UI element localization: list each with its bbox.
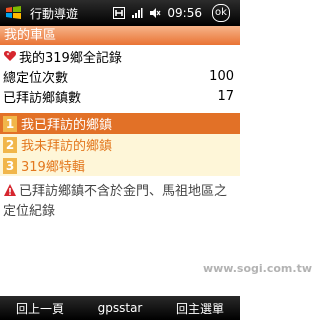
visited-towns-row: 已拜訪鄉鎮數 17 bbox=[0, 86, 240, 106]
record-title: 我的319鄉全記錄 bbox=[19, 50, 122, 66]
visited-towns-label: 已拜訪鄉鎮數 bbox=[3, 90, 82, 106]
menu-item-319-special[interactable]: 3 319鄉特輯 bbox=[0, 155, 240, 176]
menu-number-badge: 3 bbox=[3, 157, 17, 174]
menu-number-badge: 1 bbox=[3, 115, 17, 132]
status-bar: 行動導遊 09:56 ok bbox=[0, 0, 240, 26]
no-sound-icon[interactable] bbox=[149, 7, 161, 19]
status-icons: 09:56 ok bbox=[113, 4, 234, 22]
total-locations-label: 總定位次數 bbox=[3, 70, 69, 86]
menu-list: 1 我已拜訪的鄉鎮 2 我未拜訪的鄉鎮 3 319鄉特輯 bbox=[0, 113, 240, 176]
menu-number-badge: 2 bbox=[3, 136, 17, 153]
heart-icon bbox=[3, 51, 17, 61]
note-text-block: 已拜訪鄉鎮不含於金門、馬祖地區之定位紀錄 bbox=[0, 180, 240, 224]
softkey-main-menu[interactable]: 回主選單 bbox=[160, 300, 240, 317]
softkey-back[interactable]: 回上一頁 bbox=[0, 300, 80, 317]
total-locations-row: 總定位次數 100 bbox=[0, 66, 240, 86]
app-title: 行動導遊 bbox=[30, 6, 79, 21]
menu-item-unvisited-towns[interactable]: 2 我未拜訪的鄉鎮 bbox=[0, 134, 240, 155]
windows-start-icon[interactable] bbox=[4, 4, 24, 22]
info-panel: 我的319鄉全記錄 總定位次數 100 已拜訪鄉鎮數 17 bbox=[0, 46, 240, 106]
menu-item-label: 我未拜訪的鄉鎮 bbox=[21, 139, 113, 154]
section-title: 我的車區 bbox=[0, 26, 240, 45]
warning-icon bbox=[4, 184, 16, 196]
softkey-bar: 回上一頁 gpsstar 回主選單 bbox=[0, 296, 240, 320]
clock-time[interactable]: 09:56 bbox=[167, 6, 202, 20]
softkey-gpsstar[interactable]: gpsstar bbox=[80, 301, 160, 315]
visited-towns-value: 17 bbox=[217, 88, 234, 104]
menu-item-visited-towns[interactable]: 1 我已拜訪的鄉鎮 bbox=[0, 113, 240, 134]
watermark: www.sogi.com.tw bbox=[202, 262, 312, 275]
signal-icon[interactable] bbox=[131, 7, 143, 19]
h-data-icon[interactable] bbox=[113, 7, 126, 19]
record-title-row: 我的319鄉全記錄 bbox=[0, 46, 240, 66]
note-text: 已拜訪鄉鎮不含於金門、馬祖地區之定位紀錄 bbox=[3, 184, 228, 219]
menu-item-label: 我已拜訪的鄉鎮 bbox=[21, 118, 113, 133]
menu-item-label: 319鄉特輯 bbox=[21, 160, 85, 175]
total-locations-value: 100 bbox=[209, 68, 234, 84]
ok-icon[interactable]: ok bbox=[212, 4, 230, 22]
